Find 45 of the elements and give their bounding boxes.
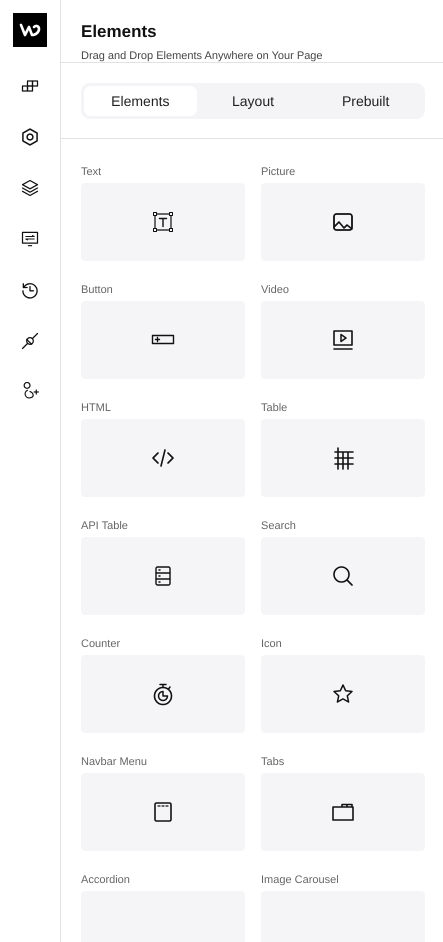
element-label: Counter xyxy=(81,637,122,651)
element-label: Table xyxy=(261,401,288,415)
element-card[interactable] xyxy=(81,537,245,615)
tab[interactable]: Elements xyxy=(84,86,197,116)
panel-title: Elements xyxy=(81,22,158,42)
logo-icon[interactable] xyxy=(13,13,47,47)
window-icon xyxy=(151,800,175,824)
element-card[interactable] xyxy=(261,537,425,615)
element-label: Search xyxy=(261,519,297,533)
element-label: Accordion xyxy=(81,873,131,887)
search-icon xyxy=(331,564,355,588)
layers-icon xyxy=(20,178,40,198)
stopwatch-icon xyxy=(151,682,175,706)
element-card[interactable] xyxy=(81,655,245,733)
element-label: Button xyxy=(81,283,114,297)
element-card[interactable] xyxy=(81,301,245,379)
element-label: API Table xyxy=(81,519,129,533)
monitor-icon xyxy=(20,229,40,249)
element-card[interactable] xyxy=(81,773,245,851)
image-icon xyxy=(331,210,355,234)
element-label: Tabs xyxy=(261,755,286,769)
element-card[interactable] xyxy=(261,183,425,261)
element-card[interactable] xyxy=(261,773,425,851)
element-card[interactable] xyxy=(261,419,425,497)
element-card[interactable] xyxy=(261,655,425,733)
hexagon-icon xyxy=(20,127,40,147)
element-label: HTML xyxy=(81,401,112,415)
element-label: Text xyxy=(81,165,102,179)
video-player-icon xyxy=(331,328,355,352)
element-card[interactable] xyxy=(81,419,245,497)
element-card[interactable] xyxy=(261,301,425,379)
element-card[interactable] xyxy=(81,183,245,261)
element-label: Picture xyxy=(261,165,296,179)
element-label: Navbar Menu xyxy=(81,755,148,769)
code-icon xyxy=(151,446,175,470)
text-frame-icon xyxy=(151,210,175,234)
star-icon xyxy=(331,682,355,706)
history-icon xyxy=(20,280,40,300)
element-label: Image Carousel xyxy=(261,873,340,887)
element-label: Video xyxy=(261,283,290,297)
tab[interactable]: Prebuilt xyxy=(309,86,422,116)
element-label: Icon xyxy=(261,637,283,651)
plug-icon xyxy=(20,331,40,351)
panel-subtitle: Drag and Drop Elements Anywhere on Your Page xyxy=(81,50,324,62)
tab[interactable]: Layout xyxy=(196,86,310,116)
